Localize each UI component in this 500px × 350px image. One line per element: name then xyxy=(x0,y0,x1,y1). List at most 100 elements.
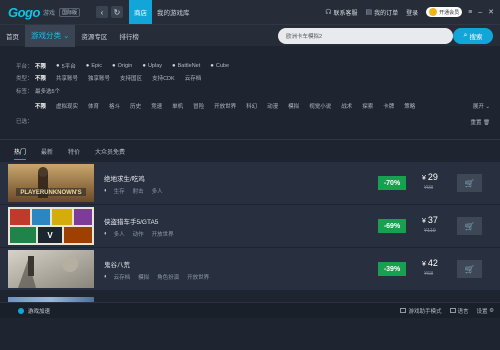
tags-hint-row: 标签： 最多选5个 xyxy=(0,85,70,97)
tab-discount[interactable]: 特价 xyxy=(68,147,80,156)
game-price: ¥29 xyxy=(422,172,438,182)
game-row[interactable]: V 侠盗猎车手5/GTA5 ◐ 多人 动作 开放世界 -69% ¥37 ¥119… xyxy=(0,205,500,247)
steam-icon: ◐ xyxy=(104,274,108,280)
tag-option[interactable]: 策略 xyxy=(404,102,415,110)
orders-link[interactable]: ▤ 我的订单 xyxy=(365,8,398,17)
game-tag: 开放世界 xyxy=(151,232,174,238)
nav-home[interactable]: 首页 xyxy=(0,25,25,47)
close-icon[interactable]: ✕ xyxy=(488,8,494,16)
type-option[interactable]: 支持国区 xyxy=(120,74,142,82)
expand-tags-button[interactable]: 展开 ⌄ xyxy=(473,102,490,110)
platform-option[interactable]: ● Epic xyxy=(86,63,102,69)
tag-option[interactable]: 单机 xyxy=(172,102,183,110)
tags-hint: 最多选5个 xyxy=(35,89,61,95)
tag-option[interactable]: 体育 xyxy=(88,102,99,110)
add-to-cart-button[interactable]: 🛒 xyxy=(457,174,482,192)
platform-option[interactable]: ● BattleNet xyxy=(172,63,200,69)
back-button[interactable]: ‹ xyxy=(95,6,108,18)
tag-option[interactable]: 探索 xyxy=(362,102,373,110)
tag-option[interactable]: 视觉小说 xyxy=(309,102,331,110)
game-title[interactable]: 绝地求生/吃鸡 xyxy=(104,173,145,183)
minimize-icon[interactable]: – xyxy=(478,9,482,16)
type-option[interactable]: 不限 xyxy=(35,74,46,82)
refresh-button[interactable]: ↻ xyxy=(110,6,123,18)
language-button[interactable]: 语言 xyxy=(449,307,469,315)
search-button[interactable]: ⌕ 搜索 xyxy=(453,28,493,44)
tag-option[interactable]: 战术 xyxy=(341,102,352,110)
vip-button[interactable]: 开通会员 xyxy=(426,7,463,17)
cart-icon: 🛒 xyxy=(464,178,475,188)
tag-option[interactable]: 动漫 xyxy=(267,102,278,110)
add-to-cart-button[interactable]: 🛒 xyxy=(457,217,482,235)
tag-option[interactable]: 冒险 xyxy=(193,102,204,110)
platform-option[interactable]: ● Uplay xyxy=(142,63,162,69)
tag-option[interactable]: 竞速 xyxy=(151,102,162,110)
tab-free[interactable]: 大众员免费 xyxy=(95,147,125,156)
order-icon: ▤ xyxy=(365,9,373,16)
platform-option[interactable]: 不限 xyxy=(35,62,46,70)
game-row[interactable]: PLAYERUNKNOWN'S 绝地求生/吃鸡 ◐ 生存 射击 多人 -70% … xyxy=(0,162,500,204)
game-thumbnail[interactable]: PLAYERUNKNOWN'S xyxy=(8,164,94,202)
tab-newest[interactable]: 最新 xyxy=(41,147,53,156)
type-option[interactable]: 支持CDK xyxy=(152,74,175,82)
reset-button[interactable]: 重置 🗑 xyxy=(470,118,490,126)
platform-option[interactable]: ● Origin xyxy=(112,63,132,69)
platform-option[interactable]: ● Cube xyxy=(210,63,229,69)
search-icon: ⌕ xyxy=(463,32,468,39)
search-input[interactable]: 欧洲卡车模拟2 xyxy=(278,28,453,44)
divider xyxy=(0,139,500,140)
tag-option[interactable]: 卡牌 xyxy=(383,102,394,110)
game-title[interactable]: 侠盗猎车手5/GTA5 xyxy=(104,216,158,226)
steam-icon: ● xyxy=(56,63,60,69)
type-label: 类型： xyxy=(16,76,33,82)
tab-hot[interactable]: 热门 xyxy=(14,147,27,160)
platform-option[interactable]: ● 5平台 xyxy=(56,62,76,70)
type-option[interactable]: 共享账号 xyxy=(56,74,78,82)
game-thumbnail[interactable] xyxy=(8,250,94,288)
tab-store[interactable]: 商店 xyxy=(128,0,152,24)
original-price: ¥98 xyxy=(424,185,434,191)
nav-rankings[interactable]: 排行榜 xyxy=(113,25,145,47)
nav-resources[interactable]: 资源专区 xyxy=(75,25,113,47)
accelerate-button[interactable]: 游戏加速 xyxy=(18,307,50,315)
type-option[interactable]: 云存档 xyxy=(185,74,202,82)
settings-button[interactable]: 设置 ⚙ xyxy=(477,307,494,315)
tag-option[interactable]: 模拟 xyxy=(288,102,299,110)
tag-option[interactable]: 历史 xyxy=(130,102,141,110)
login-link[interactable]: 登录 xyxy=(406,8,418,17)
game-tag: 多人 xyxy=(113,232,125,238)
status-bar: 游戏加速 游戏助手模式 语言 设置 ⚙ xyxy=(0,302,500,318)
window-icon xyxy=(400,308,407,313)
game-tag: 动作 xyxy=(132,232,144,238)
type-option[interactable]: 独享账号 xyxy=(88,74,110,82)
game-title[interactable]: 鬼谷八荒 xyxy=(104,259,130,269)
app-window: Gogo 游戏 国际版 ‹ ↻ 商店 我的游戏库 ☊ 联系客服 ▤ 我的订单 登录 … xyxy=(0,0,500,350)
game-row[interactable]: 鬼谷八荒 ◐ 云存档 模拟 角色扮演 开放世界 -39% ¥42 ¥68 🛒 xyxy=(0,248,500,290)
app-logo: Gogo xyxy=(8,4,40,20)
game-tag: 射击 xyxy=(132,189,144,195)
game-tags: ◐ 云存档 模拟 角色扮演 开放世界 xyxy=(104,273,217,281)
game-tag: 开放世界 xyxy=(187,275,210,281)
mini-mode-button[interactable]: 游戏助手模式 xyxy=(400,307,442,315)
tag-option[interactable]: 格斗 xyxy=(109,102,120,110)
steam-icon: ◐ xyxy=(104,188,108,194)
tag-option[interactable]: 开放世界 xyxy=(214,102,236,110)
nav-categories[interactable]: 游戏分类 ⌄ xyxy=(25,24,76,47)
support-link[interactable]: ☊ 联系客服 xyxy=(325,8,357,17)
selected-row: 已选： xyxy=(0,115,35,127)
game-tag: 模拟 xyxy=(138,275,150,281)
tag-option[interactable]: 科幻 xyxy=(246,102,257,110)
menu-icon[interactable]: ≡ xyxy=(468,9,472,16)
game-tag: 多人 xyxy=(151,189,163,195)
language-icon xyxy=(449,308,456,313)
cube-icon: ● xyxy=(210,63,214,69)
game-thumbnail[interactable]: V xyxy=(8,207,94,245)
add-to-cart-button[interactable]: 🛒 xyxy=(457,260,482,278)
game-tag: 云存档 xyxy=(113,275,131,281)
tag-option[interactable]: 虚拟现实 xyxy=(56,102,78,110)
tag-option[interactable]: 不限 xyxy=(35,102,46,110)
tab-library[interactable]: 我的游戏库 xyxy=(152,0,195,24)
discount-badge: -39% xyxy=(378,262,406,276)
game-tags: ◐ 生存 射击 多人 xyxy=(104,187,171,195)
app-logo-subtitle: 游戏 xyxy=(42,10,55,17)
